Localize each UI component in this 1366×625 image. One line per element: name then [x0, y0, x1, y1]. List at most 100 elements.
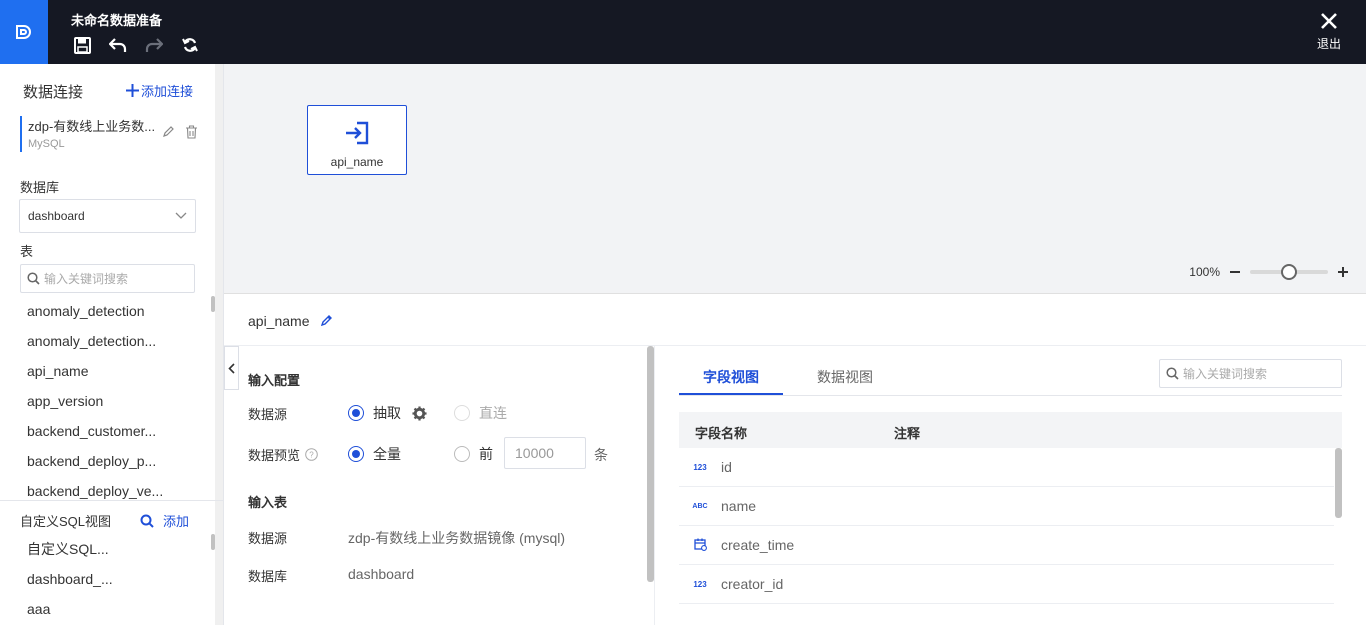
chevron-left-icon — [228, 362, 235, 374]
database-select-value: dashboard — [28, 209, 85, 223]
source-extract-label: 抽取 — [373, 405, 401, 421]
preview-count-input[interactable]: 10000 — [504, 437, 586, 469]
column-header-name: 字段名称 — [695, 426, 748, 441]
sql-add-button[interactable]: 添加 — [140, 511, 189, 530]
field-table-header: 字段名称 注释 — [679, 412, 1342, 448]
svg-text:?: ? — [309, 451, 314, 460]
input-config-panel: 输入配置 数据源 抽取 直连 数据预览 ? 全量 前 10000 条 输入表 数… — [248, 346, 648, 625]
redo-icon — [145, 38, 163, 52]
table-item[interactable]: backend_deploy_ve... — [27, 478, 177, 508]
active-tab-indicator — [679, 393, 783, 395]
flow-canvas[interactable]: api_name 100% — [224, 64, 1366, 294]
input-config-heading: 输入配置 — [248, 373, 301, 388]
sql-view-title: 自定义SQL视图 — [20, 514, 112, 529]
table-item[interactable]: anomaly_detection... — [27, 328, 177, 358]
connection-item[interactable]: zdp-有数线上业务数... MySQL — [20, 116, 200, 152]
sidebar-divider — [0, 500, 224, 501]
zoom-control: 100% — [1189, 264, 1348, 280]
sql-list-scrollbar[interactable] — [211, 534, 215, 550]
source-direct-radio[interactable]: 直连 — [454, 403, 507, 423]
detail-header: api_name — [224, 294, 1366, 346]
connections-title: 数据连接 — [23, 84, 84, 101]
sql-view-list: 自定义SQL... dashboard_... aaa — [27, 536, 177, 625]
table-item[interactable]: app_version — [27, 388, 177, 418]
table-item[interactable]: api_name — [27, 358, 177, 388]
input-table-heading: 输入表 — [248, 495, 288, 510]
table-item[interactable]: backend_customer... — [27, 418, 177, 448]
save-button[interactable] — [71, 36, 93, 54]
field-name: name — [721, 498, 757, 514]
table-item[interactable]: backend_deploy_p... — [27, 448, 177, 478]
preview-all-radio[interactable]: 全量 — [348, 444, 401, 464]
database-label: 数据库 — [20, 180, 60, 195]
sql-view-item[interactable]: dashboard_... — [27, 566, 177, 596]
radio-dot — [454, 405, 470, 421]
edit-icon[interactable] — [321, 314, 333, 327]
chevron-down-icon — [175, 212, 187, 219]
zoom-slider[interactable] — [1250, 264, 1328, 280]
preview-first-label: 前 — [479, 446, 493, 462]
help-icon[interactable]: ? — [305, 448, 318, 461]
input-icon — [346, 121, 369, 145]
zoom-slider-handle[interactable] — [1281, 264, 1297, 280]
field-table-scrollbar[interactable] — [1335, 448, 1342, 518]
save-icon — [73, 36, 91, 54]
preview-label-text: 数据预览 — [248, 448, 301, 463]
table-row[interactable]: 123 id — [679, 448, 1334, 487]
input-source-label: 数据源 — [248, 531, 288, 546]
field-name: create_time — [721, 537, 795, 553]
collapse-sidebar-button[interactable] — [224, 346, 239, 390]
search-icon — [27, 272, 40, 285]
zoom-in-icon[interactable] — [1338, 267, 1348, 277]
exit-button[interactable]: 退出 — [1314, 12, 1344, 52]
preview-label: 数据预览 ? — [248, 445, 318, 464]
number-type-icon: 123 — [693, 462, 707, 472]
table-list-scrollbar[interactable] — [211, 296, 215, 312]
sql-view-item[interactable]: 自定义SQL... — [27, 536, 177, 566]
add-connection-button[interactable]: 添加连接 — [125, 81, 193, 100]
field-name: creator_id — [721, 576, 784, 592]
radio-dot — [348, 446, 364, 462]
database-select[interactable]: dashboard — [19, 199, 196, 233]
undo-button[interactable] — [107, 36, 129, 54]
input-node[interactable]: api_name — [307, 105, 407, 175]
input-db-label: 数据库 — [248, 569, 288, 584]
tab-field-view[interactable]: 字段视图 — [703, 367, 759, 387]
table-search-input[interactable] — [44, 271, 184, 286]
table-item[interactable]: anomaly_detection — [27, 298, 177, 328]
number-type-icon: 123 — [693, 579, 707, 589]
tab-data-view[interactable]: 数据视图 — [817, 367, 873, 387]
field-search-input[interactable] — [1183, 366, 1333, 381]
close-icon — [1321, 13, 1337, 29]
table-list: anomaly_detection anomaly_detection... a… — [27, 298, 177, 508]
sql-view-item[interactable]: aaa — [27, 596, 177, 625]
redo-button[interactable] — [143, 36, 165, 54]
preview-first-radio[interactable]: 前 — [454, 444, 493, 464]
delete-icon[interactable] — [185, 125, 198, 139]
table-row[interactable]: create_time — [679, 526, 1334, 565]
zoom-value: 100% — [1189, 265, 1220, 279]
preview-unit: 条 — [594, 447, 608, 463]
field-search[interactable] — [1159, 359, 1342, 388]
gear-icon[interactable] — [412, 405, 427, 421]
config-scrollbar[interactable] — [647, 346, 654, 582]
source-extract-radio[interactable]: 抽取 — [348, 403, 427, 423]
radio-dot — [348, 405, 364, 421]
refresh-button[interactable] — [179, 36, 201, 54]
field-name: id — [721, 459, 732, 475]
table-row[interactable]: 123 creator_id — [679, 565, 1334, 604]
table-search[interactable] — [20, 264, 195, 293]
zoom-out-icon[interactable] — [1230, 267, 1240, 277]
date-type-icon — [679, 538, 721, 553]
app-logo[interactable] — [0, 0, 48, 64]
page-title: 未命名数据准备 — [71, 13, 163, 28]
preview-all-label: 全量 — [373, 446, 401, 462]
search-icon — [1166, 367, 1179, 380]
edit-icon[interactable] — [162, 125, 175, 138]
source-label: 数据源 — [248, 407, 288, 422]
input-source-value: zdp-有数线上业务数据镜像 (mysql) — [348, 530, 566, 546]
logo-icon — [16, 25, 31, 39]
sidebar-scroll-track — [215, 64, 223, 625]
table-label: 表 — [20, 244, 34, 259]
table-row[interactable]: ABC name — [679, 487, 1334, 526]
